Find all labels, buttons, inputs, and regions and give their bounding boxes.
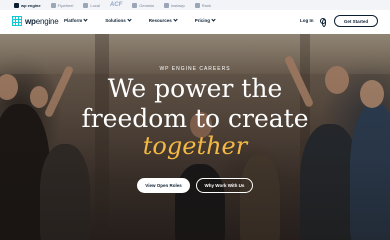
wpengine-brand-icon [14,2,19,8]
nav-item-platform[interactable]: Platform [64,17,88,23]
nav-item-solutions[interactable]: Solutions [105,17,132,23]
brand-link-local[interactable]: Local [83,2,100,8]
view-open-roles-button[interactable]: View Open Roles [137,178,190,193]
brand-label: ACF [109,2,123,8]
nav-item-label: Pricing [194,18,211,23]
rank-brand-icon [194,2,200,8]
brand-link-rank[interactable]: Rank [194,2,212,8]
wpengine-logo[interactable]: wpengine [12,16,59,26]
brand-link-flywheel[interactable]: Flywheel [50,2,74,8]
nav-item-label: Platform [64,18,83,23]
hero-headline-line1: We power the [107,74,283,103]
chevron-down-icon [127,17,132,22]
hero-accent-word: together [142,132,248,160]
nav-menu: Platform Solutions Resources Pricing [64,17,233,23]
get-started-button[interactable]: Get Started [334,15,378,27]
brand-link-acf[interactable]: ACF [110,2,122,8]
brand-label: Instawp [170,2,185,8]
chevron-down-icon [173,17,178,22]
flywheel-brand-icon [50,2,56,8]
brand-link-genesis[interactable]: Genesis [132,2,154,8]
brand-label: Local [90,2,100,8]
wpengine-logo-icon [12,16,22,26]
local-brand-icon [83,2,89,8]
instawp-brand-icon [163,2,169,8]
globe-icon[interactable] [320,18,327,27]
nav-item-pricing[interactable]: Pricing [194,17,216,23]
genesis-brand-icon [132,2,138,8]
brand-label: Genesis [139,2,154,8]
brand-label: wp engine [21,2,41,8]
nav-item-label: Resources [148,18,172,23]
hero-headline-line2: freedom to create [81,104,309,133]
brand-label: Rank [201,2,212,8]
brand-link-wpengine[interactable]: wp engine [14,2,41,8]
hero-section: WP ENGINE CAREERS We power the freedom t… [0,34,390,240]
chevron-down-icon [211,17,216,22]
brand-link-instawp[interactable]: Instawp [163,2,185,8]
hero-headline: We power the freedom to create [0,74,390,134]
logo-wordmark: wpengine [25,16,59,26]
chevron-down-icon [83,17,88,22]
hero-eyebrow: WP ENGINE CAREERS [159,66,231,72]
why-work-with-us-button[interactable]: Why Work With Us [196,178,253,193]
brand-label: Flywheel [57,2,74,8]
nav-item-label: Solutions [105,18,126,23]
nav-item-resources[interactable]: Resources [148,17,178,23]
brand-bar: wp engine Flywheel Local ACF Genesis Ins… [0,0,390,10]
main-nav: wpengine Platform Solutions Resources Pr… [0,10,390,34]
login-link[interactable]: Log In [300,18,314,23]
